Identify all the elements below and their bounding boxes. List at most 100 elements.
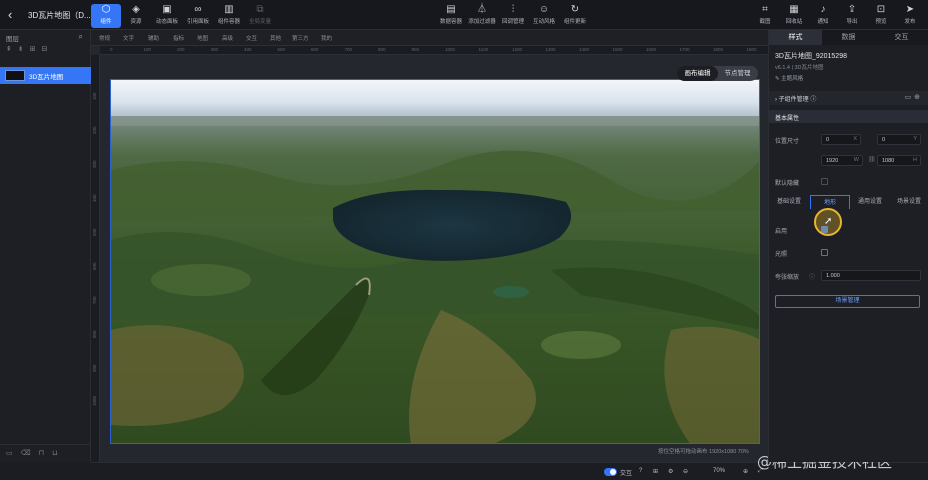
export-icon: ⇪ [847,4,857,15]
theme-link[interactable]: ✎ 主题风格 [775,74,803,82]
tool-global-button[interactable]: ⧉ 全局变量 [245,4,275,28]
container-icon: ▥ [224,4,234,15]
tool-data-container-button[interactable]: ▤ 数据容器 [436,4,466,28]
exaggeration-input[interactable]: 1.000 [821,270,921,281]
bell-icon: ♪ [820,4,826,15]
category-tab[interactable]: 我的 [321,34,332,42]
grid-icon[interactable]: ⊞ [653,468,658,475]
tool-export-button[interactable]: ⇪ 导出 [837,4,867,28]
panel-icon: ▣ [162,4,172,15]
width-input[interactable]: 1920 W [821,155,863,166]
lock-ratio-icon[interactable]: ⛓ [868,156,876,163]
tool-preview-button[interactable]: ⊡ 预览 [866,4,896,28]
category-tab[interactable]: 辅助 [148,34,159,42]
properties-panel: 样式 数据 交互 3D瓦片地图_92015298 v6.1.4 | 3D瓦片地图… [768,30,928,462]
ruler-tick: 800 [378,47,386,52]
ruler-tick: 100 [143,47,152,52]
tool-notify-button[interactable]: ♪ 通知 [808,4,838,28]
ruler-tick: 1800 [713,47,724,52]
ungroup-icon[interactable]: ⊟ [42,46,54,53]
y-axis-label: Y [913,136,917,142]
search-icon[interactable]: ⌕ [79,32,83,42]
interaction-toggle[interactable] [604,468,617,476]
tool-recycle-button[interactable]: ▦ 回收站 [779,4,809,28]
canvas-area: 常规 文字 辅助 指标 地图 高级 交互 其他 第三方 我的 0 100 200 30… [91,30,768,462]
delete-icon[interactable]: ⌫ [21,450,39,457]
global-icon: ⧉ [256,4,264,15]
ruler-tick: 400 [244,47,252,52]
subtab-basic[interactable]: 基础设置 [771,195,807,209]
height-input[interactable]: 1080 H [877,155,921,166]
ruler-tick: 700 [344,47,353,52]
link-icon: ∞ [194,4,202,15]
subtab-scene[interactable]: 场景设置 [890,195,928,209]
tool-add-filter-button[interactable]: ⏃ 添加过滤器 [467,4,497,28]
tool-screenshot-button[interactable]: ⌗ 截图 [750,4,780,28]
layer-item[interactable]: 3D瓦片地图 [0,67,91,84]
ruler-tick: 800 [92,330,97,338]
folder-icon[interactable]: ▭ [905,94,915,101]
help-icon[interactable]: ? [639,468,642,474]
category-tab[interactable]: 第三方 [292,34,309,42]
sub-component-manager[interactable]: › 子组件管理 ⓘ ▭⊕ [769,91,928,105]
preview-icon: ⊡ [876,4,886,15]
tool-container-button[interactable]: ▥ 组件容器 [214,4,244,28]
position-y-input[interactable]: 0Y [877,134,921,145]
component-category-bar: 常规 文字 辅助 指标 地图 高级 交互 其他 第三方 我的 [91,30,768,46]
settings-icon[interactable]: ⚙ [668,468,673,475]
ruler-tick: 1700 [679,47,690,52]
terrain-image [111,80,759,443]
category-tab[interactable]: 文字 [123,34,134,42]
tab-interaction[interactable]: 交互 [875,30,928,45]
position-x-input[interactable]: 0X [821,134,861,145]
category-tab[interactable]: 其他 [270,34,281,42]
filter-icon: ⏃ [477,4,487,15]
tool-resources-button[interactable]: ◈ 资源 [121,4,151,28]
tool-dynamic-panel-button[interactable]: ▣ 动态面板 [152,4,182,28]
subtab-common[interactable]: 通用设置 [852,195,888,209]
map-scene[interactable] [110,79,760,444]
lock-icon[interactable]: ⊓ [39,450,52,457]
tab-data[interactable]: 数据 [822,30,875,45]
height-axis-label: H [913,157,917,163]
ruler-tick: 200 [92,126,97,134]
vertical-ruler: 100 200 300 400 500 600 700 800 900 1000 [91,55,100,462]
lighting-checkbox[interactable] [821,249,828,256]
default-hidden-checkbox[interactable] [821,178,828,185]
tool-update-button[interactable]: ↻ 组件更新 [560,4,590,28]
ruler-tick: 500 [277,47,286,52]
tool-style-button[interactable]: ☺ 互动风格 [529,4,559,28]
ruler-tick: 100 [92,92,97,100]
tool-components-button[interactable]: ⬡ 组件 [91,4,121,28]
tool-publish-button[interactable]: ➤ 发布 [895,4,925,28]
add-icon[interactable]: ⊕ [914,94,923,101]
subtab-terrain[interactable]: 地形 [810,195,850,209]
tab-style[interactable]: 样式 [769,30,822,45]
node-manage-tab[interactable]: 节点管理 [717,66,758,81]
category-tab[interactable]: 高级 [222,34,233,42]
category-tab[interactable]: 交互 [246,34,257,42]
layers-toolbar: ⇞⇟⊞⊟ [0,44,90,56]
back-chevron-icon[interactable]: ‹ [8,8,20,22]
ruler-tick: 400 [92,194,97,202]
tool-ref-panel-button[interactable]: ∞ 引用面板 [183,4,213,28]
scene-manage-button[interactable]: 场景管理 [775,295,920,308]
zoom-out-icon[interactable]: ⊖ [683,468,688,475]
group-icon[interactable]: ⊞ [30,46,42,53]
ruler-tick: 200 [177,47,185,52]
enable-label: 启用 [775,229,788,235]
align-bottom-icon[interactable]: ⇟ [18,46,30,53]
ruler-tick: 600 [92,262,97,270]
zoom-in-icon[interactable]: ⊕ [743,468,748,475]
sliders-icon: ⫶ [511,4,515,15]
category-tab[interactable]: 指标 [173,34,184,42]
align-top-icon[interactable]: ⇞ [6,46,18,53]
canvas-edit-tab[interactable]: 画布编辑 [677,66,718,81]
category-tab[interactable]: 地图 [197,34,208,42]
component-name: 3D瓦片地图_92015298 [775,53,847,60]
trash-icon[interactable]: ⊔ [52,450,65,457]
category-tab[interactable]: 常规 [99,34,110,42]
data-icon: ▤ [446,4,456,15]
tool-callback-button[interactable]: ⫶ 回调管理 [498,4,528,28]
folder-icon[interactable]: ▭ [6,450,21,457]
